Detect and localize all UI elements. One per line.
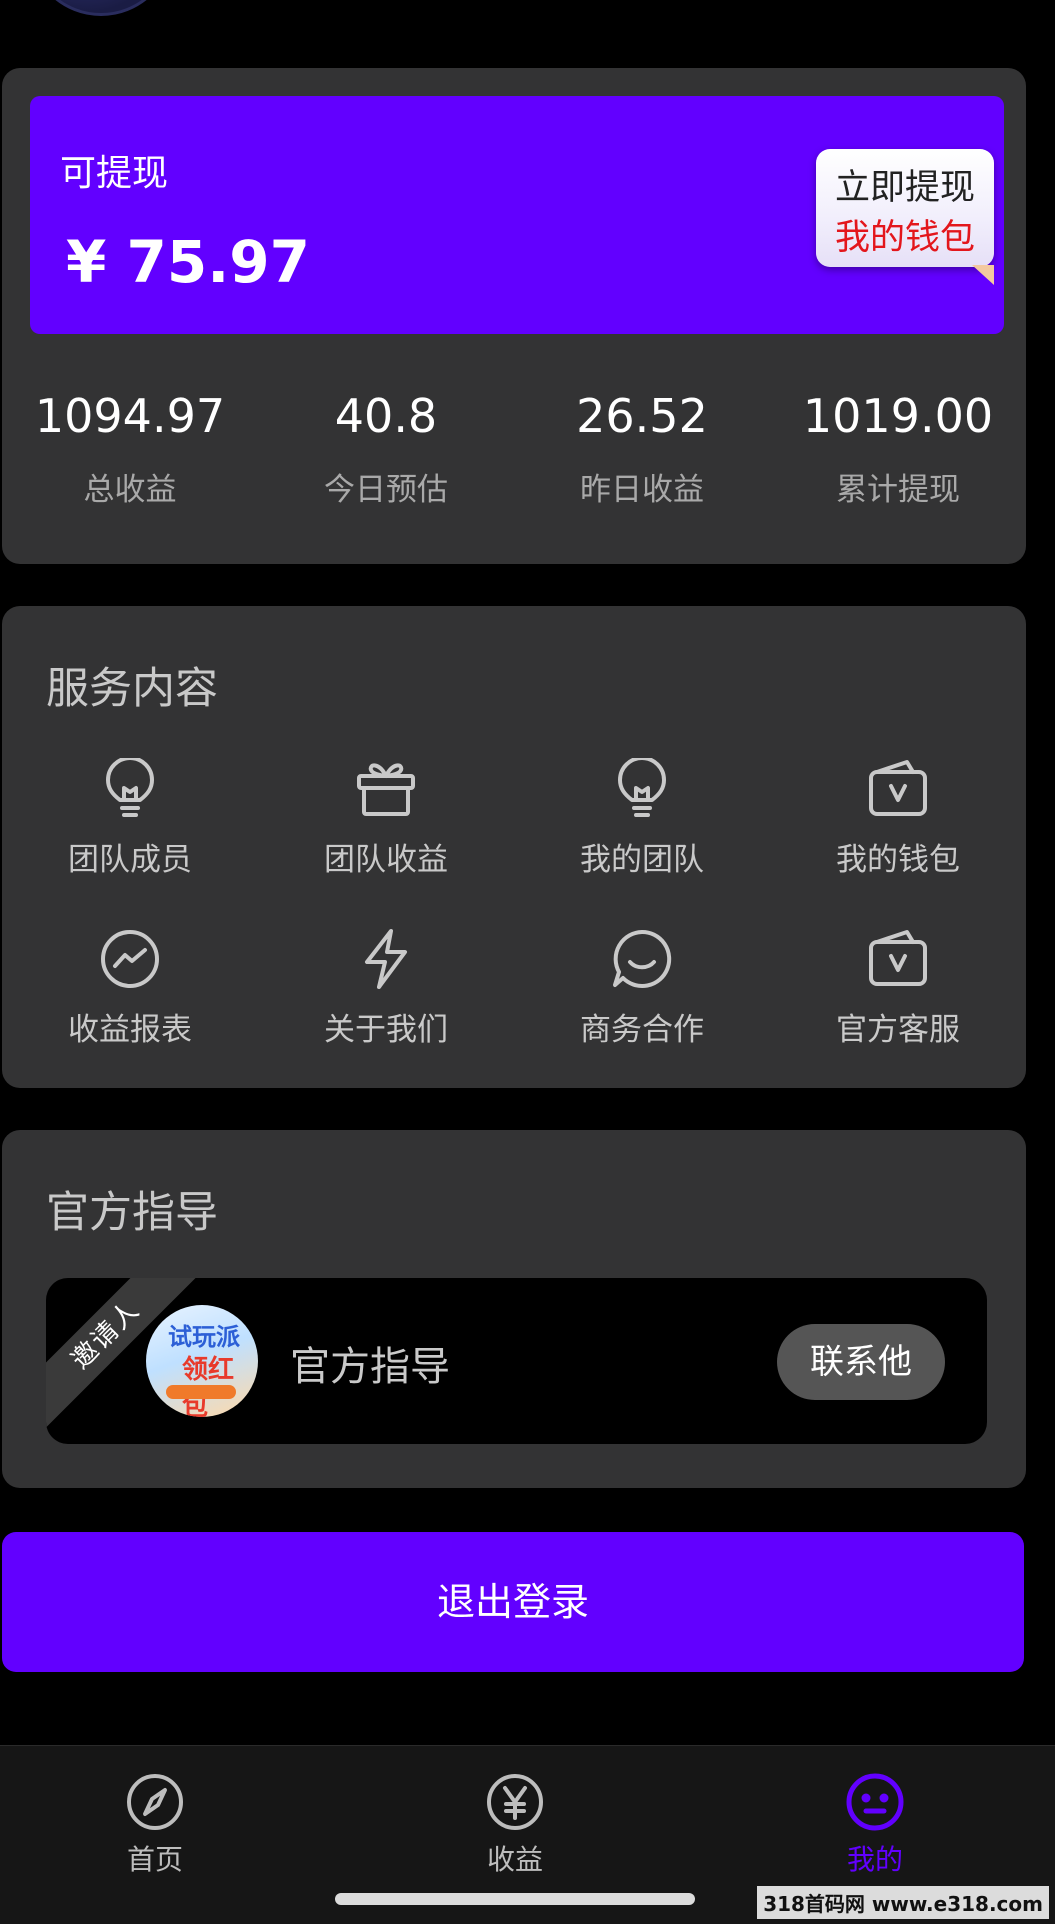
smile-icon xyxy=(846,1773,904,1831)
service-official-support[interactable]: 官方客服 xyxy=(770,928,1026,1049)
contact-button[interactable]: 联系他 xyxy=(777,1324,945,1400)
service-label: 团队成员 xyxy=(68,842,192,878)
services-card: 服务内容 团队成员 团队收益 我的团队 我的钱包 收益报表 关于我们 商务合作 … xyxy=(2,606,1026,1088)
gift-icon xyxy=(357,763,415,816)
service-label: 关于我们 xyxy=(324,1012,448,1048)
inviter-name: 官方指导 xyxy=(290,1344,450,1390)
stat-label: 总收益 xyxy=(83,472,177,508)
avatar-text: 试玩派 xyxy=(168,1323,240,1351)
logout-button[interactable]: 退出登录 xyxy=(2,1532,1024,1672)
service-about-us[interactable]: 关于我们 xyxy=(258,928,514,1049)
services-title: 服务内容 xyxy=(46,664,218,714)
yen-icon xyxy=(487,1774,543,1830)
service-my-team[interactable]: 我的团队 xyxy=(514,758,770,879)
service-team-members[interactable]: 团队成员 xyxy=(2,758,258,879)
tab-label: 收益 xyxy=(486,1843,543,1876)
stat-label: 累计提现 xyxy=(836,472,960,508)
service-earnings-report[interactable]: 收益报表 xyxy=(2,928,258,1049)
stat-total-withdrawn[interactable]: 1019.00 累计提现 xyxy=(770,386,1026,509)
service-label: 商务合作 xyxy=(580,1012,704,1048)
withdraw-button[interactable]: 立即提现 我的钱包 xyxy=(816,149,994,285)
avatar-text: 领红包 xyxy=(182,1355,235,1417)
service-team-earnings[interactable]: 团队收益 xyxy=(258,758,514,879)
service-label: 收益报表 xyxy=(68,1012,192,1048)
withdrawable-panel: 可提现 ¥ 75.97 立即提现 我的钱包 xyxy=(30,96,1004,334)
avatar-decoration xyxy=(166,1385,236,1399)
tab-label: 首页 xyxy=(126,1843,183,1876)
tab-mine[interactable]: 我的 xyxy=(795,1772,955,1878)
inviter-avatar: 试玩派 领红包 xyxy=(146,1305,258,1417)
user-avatar[interactable] xyxy=(28,0,174,16)
lightbulb-icon xyxy=(106,758,154,817)
withdraw-button-label: 立即提现 xyxy=(834,168,975,208)
stat-value: 1094.97 xyxy=(34,389,226,443)
corner-fold xyxy=(972,265,994,285)
lightning-icon xyxy=(365,929,407,989)
lightbulb-icon xyxy=(618,758,666,817)
stat-value: 26.52 xyxy=(576,389,708,443)
stat-label: 昨日收益 xyxy=(580,472,704,508)
earnings-stats: 1094.97 总收益 40.8 今日预估 26.52 昨日收益 1019.00… xyxy=(2,386,1026,536)
stat-label: 今日预估 xyxy=(324,472,448,508)
wallet-icon xyxy=(869,760,927,816)
guide-title: 官方指导 xyxy=(46,1188,218,1238)
tab-label: 我的 xyxy=(846,1843,903,1876)
service-label: 我的团队 xyxy=(580,842,704,878)
home-indicator[interactable] xyxy=(335,1893,695,1905)
withdrawable-amount: ¥ 75.97 xyxy=(66,228,311,296)
watermark: 318首码网 www.e318.com xyxy=(757,1886,1049,1919)
stat-value: 40.8 xyxy=(334,389,438,443)
service-business[interactable]: 商务合作 xyxy=(514,928,770,1049)
stat-value: 1019.00 xyxy=(802,389,994,443)
withdrawable-label: 可提现 xyxy=(60,153,169,194)
wallet-icon xyxy=(869,930,927,986)
official-guide-card: 官方指导 邀请人 试玩派 领红包 官方指导 联系他 xyxy=(2,1130,1026,1488)
tab-earnings[interactable]: 收益 xyxy=(435,1772,595,1878)
inviter-row: 邀请人 试玩派 领红包 官方指导 联系他 xyxy=(46,1278,987,1444)
chat-icon xyxy=(613,929,672,988)
service-label: 我的钱包 xyxy=(836,842,960,878)
service-label: 团队收益 xyxy=(324,842,448,878)
earnings-card: 可提现 ¥ 75.97 立即提现 我的钱包 1094.97 总收益 40.8 今… xyxy=(2,68,1026,564)
stat-today-estimate[interactable]: 40.8 今日预估 xyxy=(258,386,514,509)
stat-total-earnings[interactable]: 1094.97 总收益 xyxy=(2,386,258,509)
service-my-wallet[interactable]: 我的钱包 xyxy=(770,758,1026,879)
chart-icon xyxy=(101,930,159,988)
service-label: 官方客服 xyxy=(836,1012,960,1048)
stat-yesterday-earnings[interactable]: 26.52 昨日收益 xyxy=(514,386,770,509)
compass-icon xyxy=(127,1774,183,1830)
my-wallet-label: 我的钱包 xyxy=(834,218,975,258)
tab-home[interactable]: 首页 xyxy=(75,1772,235,1878)
